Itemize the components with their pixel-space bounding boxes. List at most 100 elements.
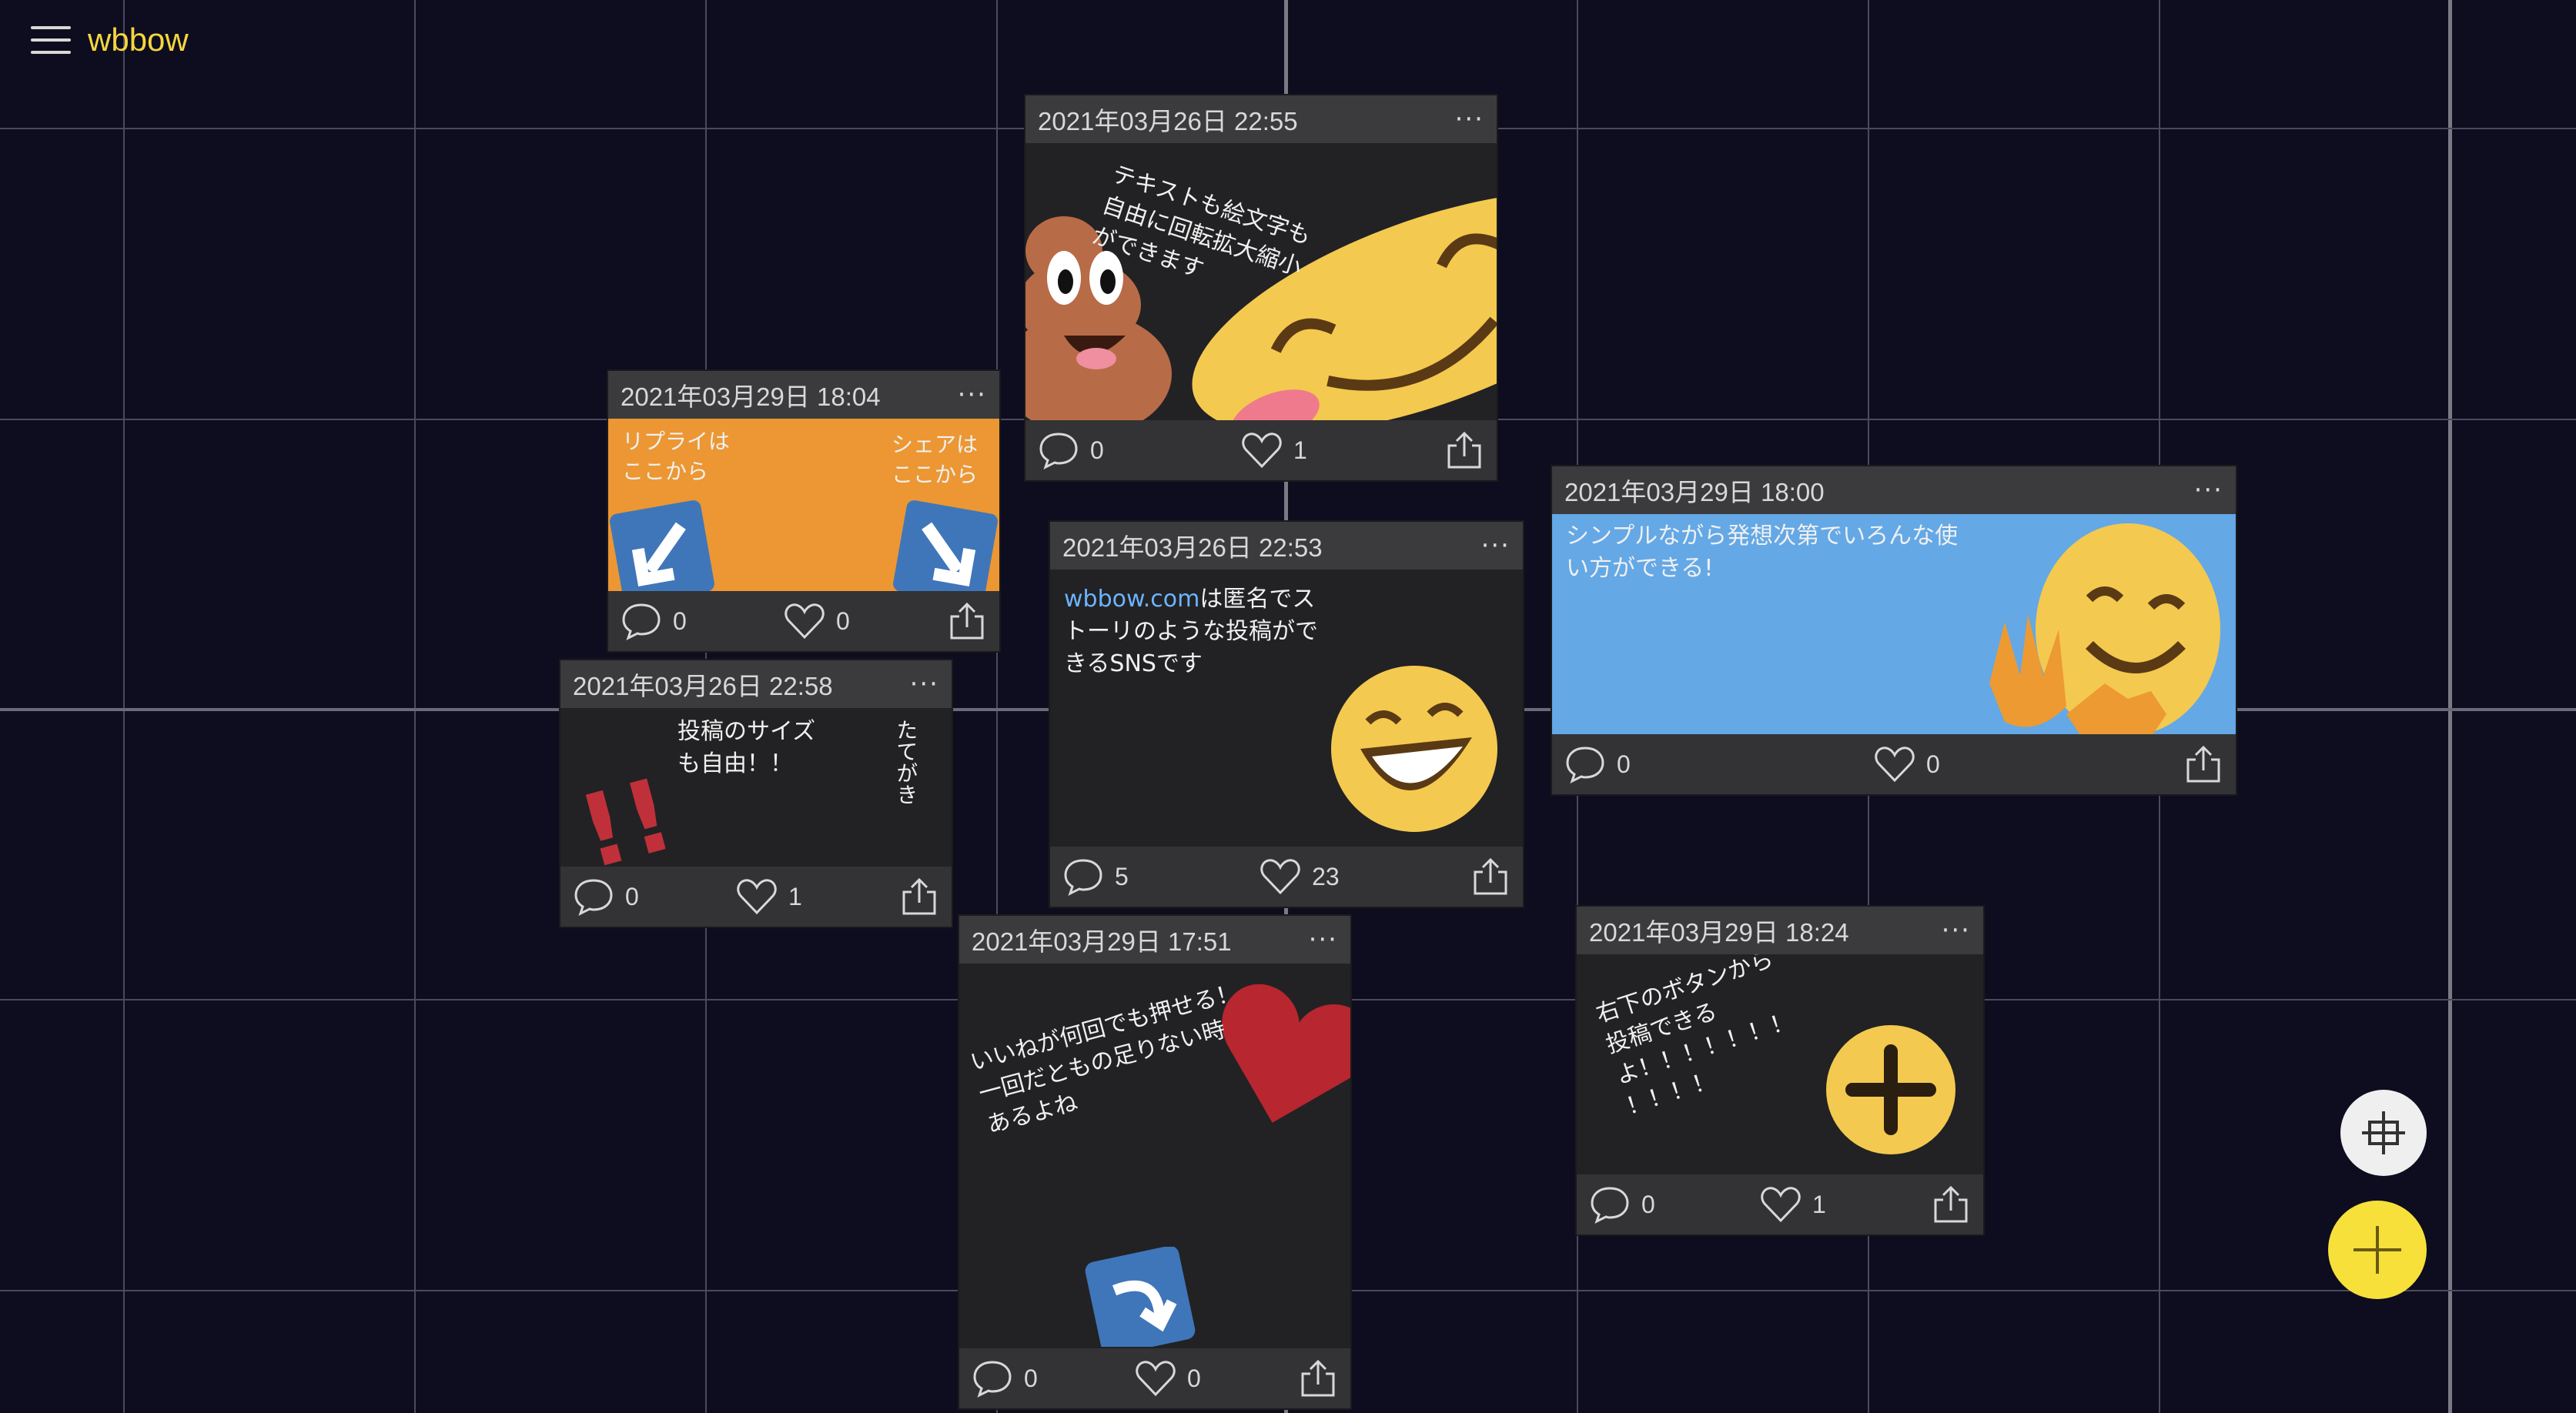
exclamation-text: !! [574, 770, 667, 867]
like-button[interactable]: 1 [736, 877, 802, 916]
center-view-button[interactable] [2340, 1090, 2427, 1176]
share-button[interactable] [1470, 857, 1510, 897]
reply-count: 0 [673, 606, 687, 635]
post-content: 投稿のサイズ も自由！！ たてがき !! [560, 708, 952, 867]
post-content: いいねが何回でも押せる！ 一回だともの足りない時 あるよね [959, 964, 1350, 1348]
post-text-right: シェアは ここから [892, 432, 979, 488]
post-menu-button[interactable]: ··· [2194, 477, 2223, 503]
post-header: 2021年03月26日 22:55 ··· [1025, 95, 1497, 143]
post-content: テキストも絵文字も 自由に回転拡大縮小 ができます [1025, 143, 1497, 420]
post-content: シンプルながら発想次第でいろんな使 い方ができる! [1552, 514, 2236, 734]
reply-count: 0 [625, 882, 639, 910]
like-button[interactable]: 1 [1241, 431, 1307, 469]
post-footer: 0 1 [560, 867, 952, 927]
speech-bubble-icon [1591, 1187, 1629, 1224]
post-card[interactable]: 2021年03月29日 18:24 ··· 右下のボタンから 投稿できる よ！！… [1577, 907, 1983, 1234]
speech-bubble-icon [1566, 747, 1604, 783]
arrow-curve-down-icon [1085, 1247, 1196, 1347]
post-text: シンプルながら発想次第でいろんな使 い方ができる! [1566, 523, 1959, 582]
crosshair-icon [2362, 1111, 2405, 1154]
post-text-left: リプライは ここから [622, 429, 731, 485]
post-footer: 5 23 [1050, 847, 1523, 907]
post-date: 2021年03月26日 22:55 [1038, 107, 1298, 135]
post-text: wbbow.comは匿名でス トーリのような投稿がで きるSNSです [1064, 586, 1318, 677]
site-link[interactable]: wbbow.com [1064, 586, 1199, 613]
post-menu-button[interactable]: ··· [910, 671, 939, 697]
reply-button[interactable]: 0 [1038, 431, 1104, 469]
share-button[interactable] [1298, 1358, 1338, 1398]
reply-button[interactable]: 0 [573, 877, 639, 916]
speech-bubble-icon [574, 879, 613, 916]
like-button[interactable]: 0 [1135, 1359, 1201, 1398]
share-button[interactable] [2183, 744, 2223, 784]
grinning-emoji [1331, 666, 1497, 832]
post-footer: 0 1 [1577, 1174, 1983, 1234]
post-header: 2021年03月29日 18:00 ··· [1552, 466, 2236, 514]
post-date: 2021年03月29日 18:24 [1589, 918, 1849, 947]
hamburger-icon[interactable] [31, 25, 71, 55]
like-button[interactable]: 1 [1760, 1185, 1826, 1224]
like-count: 1 [1812, 1190, 1826, 1218]
post-header: 2021年03月26日 22:58 ··· [560, 660, 952, 708]
arrow-down-left-icon [610, 500, 714, 591]
post-menu-button[interactable]: ··· [1455, 106, 1484, 132]
post-text-vertical: たてがき [893, 719, 919, 805]
speech-bubble-icon [622, 603, 661, 640]
reply-count: 0 [1641, 1190, 1655, 1218]
heart-outline-icon [1242, 433, 1282, 469]
post-header: 2021年03月26日 22:53 ··· [1050, 522, 1523, 570]
hugging-face-emoji [1989, 523, 2220, 734]
post-date: 2021年03月26日 22:53 [1062, 533, 1323, 562]
like-count: 0 [1187, 1364, 1201, 1392]
post-header: 2021年03月29日 18:24 ··· [1577, 907, 1983, 954]
post-card[interactable]: 2021年03月29日 18:04 ··· リプライは ここから シェアは ここ… [608, 371, 999, 651]
share-button[interactable] [947, 601, 987, 641]
reply-button[interactable]: 0 [972, 1359, 1038, 1398]
heart-outline-icon [1260, 859, 1300, 895]
post-menu-button[interactable]: ··· [1942, 917, 1971, 944]
post-menu-button[interactable]: ··· [958, 382, 987, 408]
like-button[interactable]: 0 [1874, 745, 1940, 783]
share-icon [2186, 745, 2220, 783]
like-count: 1 [1293, 436, 1307, 464]
heart-outline-icon [785, 603, 825, 640]
post-menu-button[interactable]: ··· [1481, 533, 1510, 559]
post-text: 右下のボタンから 投稿できる よ！！！！！！！ ！！！！ [1592, 954, 1797, 1121]
heart-outline-icon [737, 879, 777, 915]
share-icon [1934, 1185, 1968, 1223]
post-header: 2021年03月29日 18:04 ··· [608, 371, 999, 419]
like-button[interactable]: 23 [1260, 857, 1340, 896]
heart-outline-icon [1136, 1361, 1176, 1397]
post-date: 2021年03月29日 18:04 [621, 382, 881, 411]
app-logo[interactable]: wbbow [88, 22, 189, 58]
post-footer: 0 0 [959, 1348, 1350, 1408]
reply-button[interactable]: 0 [1589, 1185, 1655, 1224]
share-button[interactable] [1444, 430, 1484, 470]
like-count: 23 [1312, 862, 1340, 890]
post-date: 2021年03月26日 22:58 [573, 672, 833, 700]
reply-count: 0 [1617, 750, 1631, 778]
plus-emoji [1826, 1025, 1955, 1154]
reply-button[interactable]: 0 [621, 602, 687, 640]
like-button[interactable]: 0 [784, 602, 850, 640]
post-menu-button[interactable]: ··· [1309, 927, 1338, 953]
speech-bubble-icon [1064, 859, 1102, 896]
share-button[interactable] [1931, 1184, 1971, 1224]
share-button[interactable] [899, 877, 939, 917]
post-card[interactable]: 2021年03月26日 22:58 ··· 投稿のサイズ も自由！！ たてがき … [560, 660, 952, 927]
post-card[interactable]: 2021年03月26日 22:55 ··· テキストも絵文字も 自由に回転拡大縮… [1025, 95, 1497, 480]
reply-count: 0 [1090, 436, 1104, 464]
reply-button[interactable]: 0 [1564, 745, 1631, 783]
share-icon [1447, 431, 1481, 469]
add-post-button[interactable] [2328, 1201, 2427, 1299]
post-card[interactable]: 2021年03月26日 22:53 ··· wbbow.comは匿名でス トーリ… [1050, 522, 1523, 907]
post-content: wbbow.comは匿名でス トーリのような投稿がで きるSNSです [1050, 570, 1523, 847]
post-card[interactable]: 2021年03月29日 18:00 ··· シンプルながら発想次第でいろんな使 … [1552, 466, 2236, 794]
post-date: 2021年03月29日 17:51 [972, 927, 1232, 956]
post-card[interactable]: 2021年03月29日 17:51 ··· いいねが何回でも押せる！ 一回だとも… [959, 916, 1350, 1408]
post-content: リプライは ここから シェアは ここから [608, 419, 999, 591]
reply-button[interactable]: 5 [1062, 857, 1129, 896]
arrow-down-right-icon [893, 500, 998, 591]
top-bar: wbbow [31, 22, 189, 58]
post-date: 2021年03月29日 18:00 [1564, 478, 1825, 506]
